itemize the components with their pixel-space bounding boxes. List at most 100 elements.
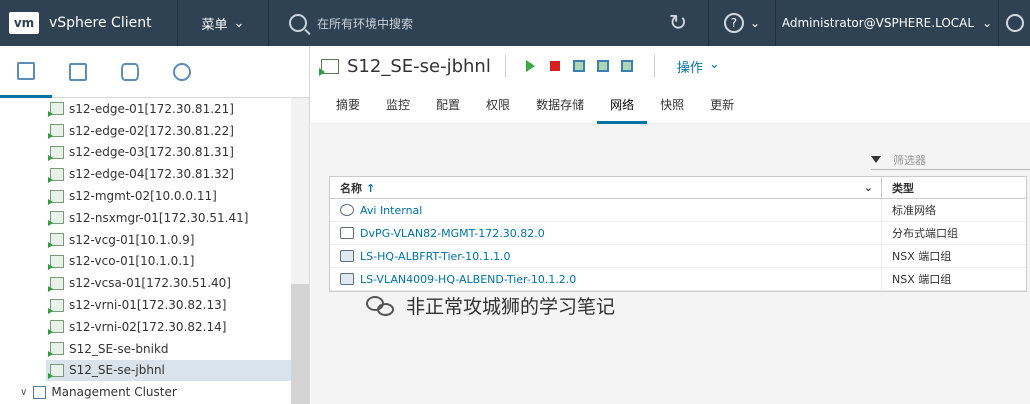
tab-configure[interactable]: 配置 [423, 86, 473, 124]
cluster-icon [33, 385, 47, 399]
networks-grid: 名称 ↑ ⌄ 类型 Avi Internal 标准网络 DvPG-VLAN82-M… [329, 176, 1027, 292]
tab-networking[interactable] [156, 46, 208, 98]
divider [504, 55, 506, 77]
vm-powered-on-icon [48, 124, 64, 140]
tab-summary[interactable]: 摘要 [323, 86, 373, 124]
menu-button[interactable]: 菜单 ⌄ [178, 0, 268, 46]
tree-item[interactable]: s12-vrni-01[172.30.82.13] [0, 294, 292, 316]
migrate-button[interactable] [592, 55, 614, 77]
network-name-link[interactable]: LS-HQ-ALBFRT-Tier-10.1.1.0 [330, 245, 882, 267]
power-on-button[interactable] [520, 55, 542, 77]
navigator-panel: s12-edge-01[172.30.81.21] s12-edge-02[17… [0, 46, 310, 404]
network-name-link[interactable]: LS-VLAN4009-HQ-ALBEND-Tier-10.1.2.0 [330, 268, 882, 290]
search-icon [289, 14, 307, 32]
tree-item[interactable]: s12-vrni-02[172.30.82.14] [0, 316, 292, 338]
wechat-icon [366, 294, 396, 318]
navigator-tabs [0, 46, 309, 98]
tab-monitor[interactable]: 监控 [373, 86, 423, 124]
tree-item-label: s12-nsxmgr-01[172.30.51.41] [69, 210, 249, 225]
user-name: Administrator@VSPHERE.LOCAL [781, 16, 975, 30]
tree-item[interactable]: s12-edge-03[172.30.81.31] [0, 142, 292, 164]
tab-datastores[interactable]: 数据存储 [523, 86, 597, 124]
tree-item-label: s12-vco-01[10.1.0.1] [69, 254, 195, 269]
object-title: S12_SE-se-jbhnl [347, 55, 491, 77]
tree-item[interactable]: s12-vcg-01[10.1.0.9] [0, 229, 292, 251]
tab-snapshots[interactable]: 快照 [647, 86, 697, 124]
console-button[interactable] [568, 55, 590, 77]
nsx-portgroup-icon [340, 273, 354, 285]
table-row[interactable]: LS-VLAN4009-HQ-ALBEND-Tier-10.1.2.0 NSX … [330, 268, 1026, 291]
distributed-portgroup-icon [340, 227, 354, 239]
nsx-portgroup-icon [340, 250, 354, 262]
top-bar: vm vSphere Client 菜单 ⌄ 在所有环境中搜索 ↻ ? ⌄ Ad… [0, 0, 1030, 46]
network-type: 分布式端口组 [892, 227, 958, 240]
tab-permissions[interactable]: 权限 [473, 86, 523, 124]
vm-powered-on-icon [48, 189, 64, 205]
tab-vms-templates[interactable] [52, 46, 104, 98]
filter-input[interactable]: 筛选器 [893, 152, 926, 168]
global-search[interactable]: 在所有环境中搜索 [269, 0, 648, 46]
menu-label: 菜单 [201, 17, 228, 33]
column-header-name[interactable]: 名称 ↑ ⌄ [330, 177, 882, 198]
tree-item[interactable]: s12-vco-01[10.1.0.1] [0, 251, 292, 273]
migrate-icon [596, 60, 609, 72]
table-row[interactable]: Avi Internal 标准网络 [330, 199, 1026, 222]
network-type: NSX 端口组 [892, 273, 952, 286]
table-row[interactable]: DvPG-VLAN82-MGMT-172.30.82.0 分布式端口组 [330, 222, 1026, 245]
hosts-clusters-icon [17, 61, 35, 80]
tree-item-label: s12-edge-03[172.30.81.31] [69, 145, 234, 160]
standard-network-icon [340, 204, 354, 216]
user-avatar-icon[interactable] [999, 0, 1030, 46]
storage-icon [121, 63, 139, 81]
tree-item-selected[interactable]: S12_SE-se-jbhnl [46, 359, 292, 382]
tree-item-label: S12_SE-se-jbhnl [69, 363, 165, 378]
tab-storage[interactable] [104, 46, 156, 98]
vm-powered-on-icon [48, 102, 64, 118]
user-menu[interactable]: Administrator@VSPHERE.LOCAL ⌄ [776, 0, 998, 46]
tree-item[interactable]: s12-vcsa-01[172.30.51.40] [0, 272, 292, 294]
tab-updates[interactable]: 更新 [697, 86, 747, 124]
tree-item-label: s12-vrni-01[172.30.82.13] [69, 298, 227, 313]
tree-item-label: Management Cluster [51, 385, 177, 400]
table-row[interactable]: LS-HQ-ALBFRT-Tier-10.1.1.0 NSX 端口组 [330, 245, 1026, 268]
snapshot-button[interactable] [616, 55, 638, 77]
tab-content: 筛选器 名称 ↑ ⌄ 类型 Avi Internal 标准网络 DvPG-VLAN… [311, 124, 1030, 404]
vms-templates-icon [69, 63, 87, 81]
help-button[interactable]: ? ⌄ [709, 0, 775, 46]
network-type: 标准网络 [892, 204, 936, 217]
refresh-icon[interactable]: ↻ [648, 0, 708, 46]
scrollbar-thumb[interactable] [291, 284, 309, 404]
actions-label: 操作 [676, 60, 703, 76]
network-name-link[interactable]: Avi Internal [330, 199, 882, 221]
column-header-type[interactable]: 类型 [882, 177, 1026, 198]
app-title[interactable]: vSphere Client [49, 15, 177, 31]
tree-item-label: S12_SE-se-bnikd [69, 341, 169, 356]
filter-box[interactable]: 筛选器 [871, 150, 1030, 170]
tree-scrollbar[interactable] [291, 98, 309, 404]
tree-item[interactable]: s12-edge-01[172.30.81.21] [0, 98, 292, 120]
network-name-link[interactable]: DvPG-VLAN82-MGMT-172.30.82.0 [330, 222, 882, 244]
grid-header: 名称 ↑ ⌄ 类型 [330, 177, 1026, 199]
chevron-down-icon: ⌄ [982, 16, 993, 30]
tree-item[interactable]: s12-mgmt-02[10.0.0.11] [0, 185, 292, 207]
chevron-down-icon[interactable]: ∨ [20, 387, 27, 398]
tree-item[interactable]: s12-edge-02[172.30.81.22] [0, 120, 292, 142]
main-panel: S12_SE-se-jbhnl 操作 ⌄ 摘要 监控 配置 权限 数据存储 网络… [311, 46, 1030, 404]
network-type: NSX 端口组 [892, 250, 952, 263]
power-off-button[interactable] [544, 55, 566, 77]
tree-item[interactable]: S12_SE-se-bnikd [0, 338, 292, 360]
sort-ascending-icon: ↑ [366, 181, 376, 195]
tab-networks[interactable]: 网络 [597, 89, 648, 124]
search-input[interactable]: 在所有环境中搜索 [317, 15, 413, 32]
chevron-down-icon: ⌄ [749, 16, 761, 30]
tree-item[interactable]: s12-edge-04[172.30.81.32] [0, 163, 292, 185]
actions-menu[interactable]: 操作 ⌄ [677, 57, 720, 76]
vm-powered-on-icon [48, 211, 64, 227]
tree-item[interactable]: s12-nsxmgr-01[172.30.51.41] [0, 207, 292, 229]
chevron-down-icon[interactable]: ⌄ [864, 181, 873, 194]
tree-item-cluster[interactable]: ∨ Management Cluster [0, 381, 292, 403]
divider [653, 55, 655, 77]
vm-powered-on-icon [48, 145, 64, 161]
vm-powered-on-icon [48, 276, 64, 292]
tab-hosts-clusters[interactable] [0, 46, 52, 98]
